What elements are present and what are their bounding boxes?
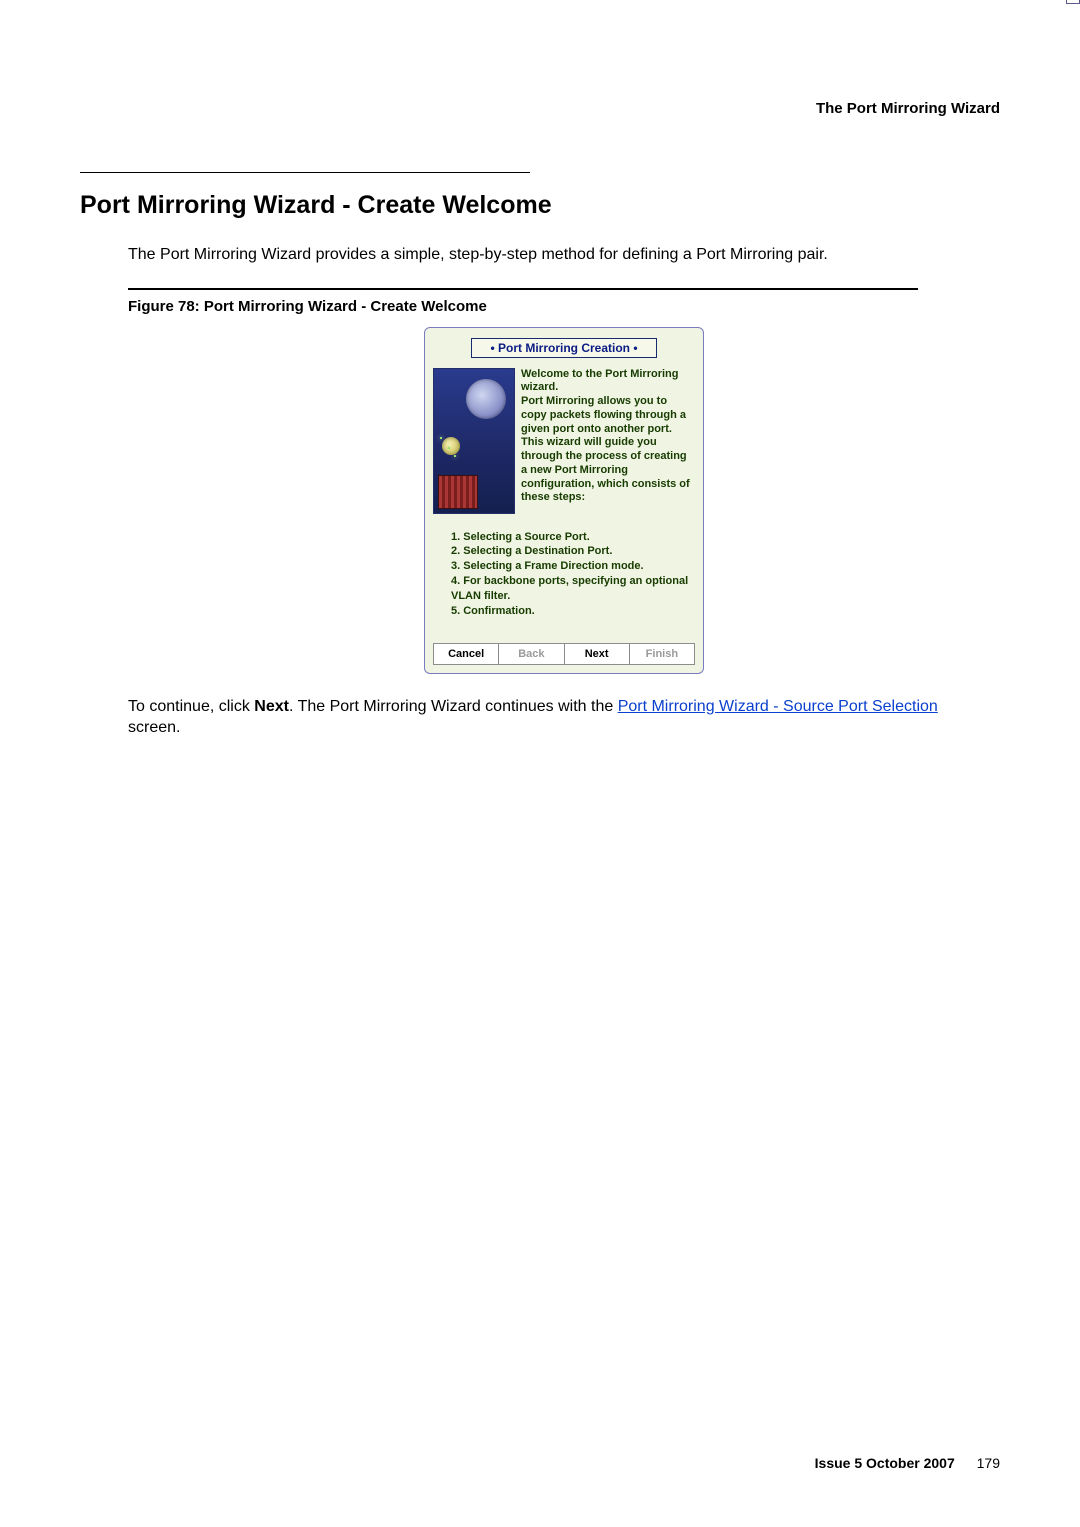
welcome-text: Welcome to the Port Mirroring wizard.Por…: [521, 368, 695, 514]
figure-block: Figure 78: Port Mirroring Wizard - Creat…: [128, 288, 1000, 674]
dialog-banner: • Port Mirroring Creation •: [471, 338, 657, 358]
wizard-button-row: Cancel Back Next Finish: [433, 643, 695, 665]
source-port-selection-link[interactable]: Port Mirroring Wizard - Source Port Sele…: [618, 698, 938, 715]
spark-icon: [440, 437, 442, 439]
cancel-button[interactable]: Cancel: [433, 643, 499, 665]
welcome-row: Welcome to the Port Mirroring wizard.Por…: [433, 368, 695, 514]
close-icon[interactable]: ×: [1066, 0, 1080, 4]
continue-bold: Next: [254, 698, 289, 715]
wizard-dialog: × • Port Mirroring Creation • Welcome to…: [424, 327, 704, 674]
dialog-body: • Port Mirroring Creation • Welcome to t…: [424, 327, 704, 674]
figure-divider: [128, 288, 918, 290]
continue-post: screen.: [128, 719, 180, 736]
gear-icon: [442, 437, 460, 455]
steps-list: 1. Selecting a Source Port. 2. Selecting…: [433, 528, 695, 629]
step-item: 5. Confirmation.: [451, 604, 691, 619]
step-item: 2. Selecting a Destination Port.: [451, 544, 691, 559]
continue-pre: To continue, click: [128, 698, 254, 715]
footer-issue: Issue 5 October 2007: [815, 1455, 955, 1471]
page-footer: Issue 5 October 2007 179: [815, 1455, 1000, 1471]
step-item: 1. Selecting a Source Port.: [451, 530, 691, 545]
spark-icon: [454, 455, 456, 457]
back-button: Back: [499, 643, 564, 665]
continue-mid: . The Port Mirroring Wizard continues wi…: [289, 698, 618, 715]
step-item: 3. Selecting a Frame Direction mode.: [451, 559, 691, 574]
wizard-illustration: [433, 368, 515, 514]
finish-button: Finish: [630, 643, 695, 665]
figure-caption: Figure 78: Port Mirroring Wizard - Creat…: [128, 298, 1000, 315]
continue-text: To continue, click Next. The Port Mirror…: [128, 696, 990, 739]
spark-icon: [448, 447, 450, 449]
step-item: 4. For backbone ports, specifying an opt…: [451, 574, 691, 604]
page-header-title: The Port Mirroring Wizard: [80, 100, 1000, 117]
next-button[interactable]: Next: [565, 643, 630, 665]
section-intro-text: The Port Mirroring Wizard provides a sim…: [128, 244, 990, 266]
gear-icon: [466, 379, 506, 419]
section-divider: [80, 172, 530, 173]
machine-icon: [438, 475, 478, 509]
section-title: Port Mirroring Wizard - Create Welcome: [80, 191, 1000, 220]
footer-page-number: 179: [977, 1455, 1000, 1471]
